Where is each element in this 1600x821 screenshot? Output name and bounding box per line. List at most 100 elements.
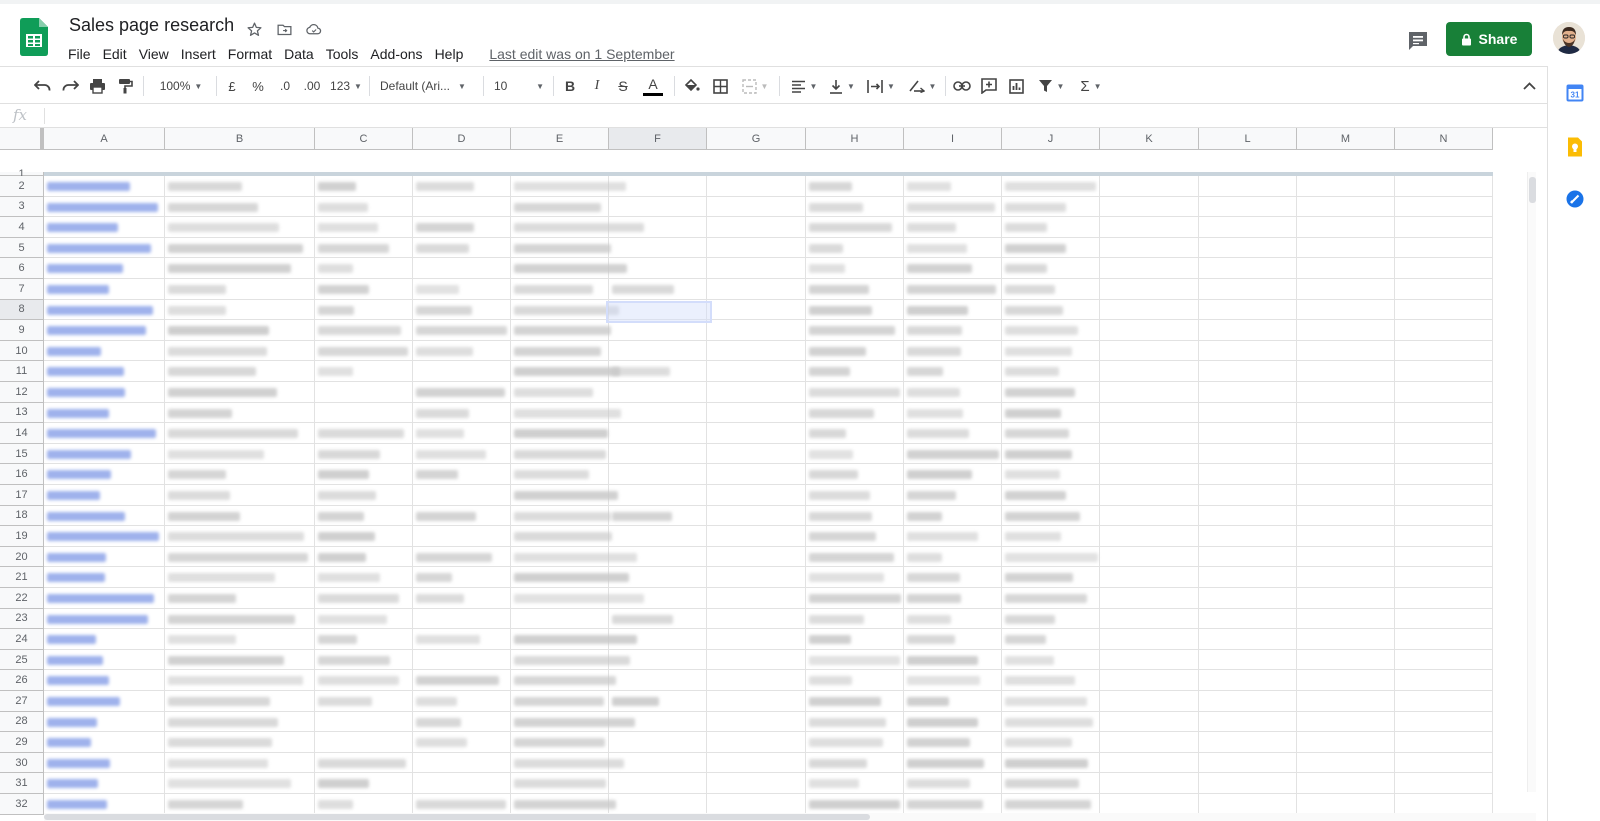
cell[interactable]	[609, 443, 707, 465]
row-header-6[interactable]: 6	[0, 258, 44, 279]
horizontal-scrollbar[interactable]	[44, 813, 1536, 821]
cell[interactable]	[1199, 567, 1297, 588]
filter-icon[interactable]: ▼	[1034, 75, 1068, 97]
text-color-button[interactable]: A	[642, 75, 664, 97]
cell[interactable]	[707, 649, 806, 671]
cell[interactable]	[315, 382, 413, 403]
decrease-decimals-button[interactable]: .0	[275, 75, 295, 97]
cell[interactable]	[1395, 237, 1493, 259]
cell[interactable]	[609, 732, 707, 753]
cell[interactable]	[413, 258, 511, 279]
column-header-m[interactable]: M	[1297, 128, 1395, 150]
cell[interactable]	[1395, 526, 1493, 547]
cell[interactable]	[1297, 258, 1395, 279]
cell[interactable]	[1100, 608, 1199, 630]
cell[interactable]	[707, 732, 806, 753]
zoom-select[interactable]: 100% ▼	[152, 75, 210, 97]
cell[interactable]	[1395, 588, 1493, 609]
cell[interactable]	[1100, 732, 1199, 753]
column-header-d[interactable]: D	[413, 128, 511, 150]
cell[interactable]	[1100, 464, 1199, 485]
cell[interactable]	[1100, 217, 1199, 238]
align-horizontal-icon[interactable]: ▼	[788, 75, 820, 97]
cell[interactable]	[1297, 588, 1395, 609]
cell[interactable]	[1199, 176, 1297, 197]
cell[interactable]	[1199, 217, 1297, 238]
cell[interactable]	[1100, 691, 1199, 712]
cell[interactable]	[707, 629, 806, 650]
cell[interactable]	[1395, 752, 1493, 774]
cell[interactable]	[1100, 402, 1199, 424]
cell[interactable]	[707, 485, 806, 506]
cell[interactable]	[1100, 423, 1199, 444]
cell[interactable]	[1297, 629, 1395, 650]
row-header-26[interactable]: 26	[0, 670, 44, 691]
cell[interactable]	[707, 670, 806, 691]
redo-icon[interactable]	[60, 75, 80, 97]
cell[interactable]	[1395, 629, 1493, 650]
cell[interactable]	[1100, 237, 1199, 259]
formula-input[interactable]	[48, 104, 1538, 128]
cell[interactable]	[609, 340, 707, 362]
row-header-19[interactable]: 19	[0, 526, 44, 547]
cell[interactable]	[707, 443, 806, 465]
cell[interactable]	[707, 279, 806, 300]
column-header-e[interactable]: E	[511, 128, 609, 150]
row-header-22[interactable]: 22	[0, 588, 44, 609]
cell[interactable]	[1199, 526, 1297, 547]
cell[interactable]	[609, 196, 707, 218]
column-header-h[interactable]: H	[806, 128, 904, 150]
column-header-g[interactable]: G	[707, 128, 806, 150]
cell[interactable]	[1297, 423, 1395, 444]
cell[interactable]	[413, 649, 511, 671]
cell[interactable]	[1297, 382, 1395, 403]
cell[interactable]	[413, 608, 511, 630]
cell[interactable]	[315, 732, 413, 753]
row-header-25[interactable]: 25	[0, 649, 44, 671]
cell[interactable]	[1100, 526, 1199, 547]
cell[interactable]	[707, 546, 806, 568]
cell[interactable]	[707, 608, 806, 630]
active-cell-selection[interactable]	[606, 300, 712, 324]
cell[interactable]	[315, 402, 413, 424]
share-button[interactable]: Share	[1446, 22, 1532, 56]
cell[interactable]	[413, 485, 511, 506]
cell[interactable]	[1395, 423, 1493, 444]
row-header-3[interactable]: 3	[0, 196, 44, 218]
strikethrough-icon[interactable]: S	[615, 75, 631, 97]
cell[interactable]	[1395, 732, 1493, 753]
tasks-icon[interactable]	[1566, 190, 1586, 210]
cell[interactable]	[707, 773, 806, 794]
cell[interactable]	[609, 320, 707, 341]
cell[interactable]	[1297, 176, 1395, 197]
cell[interactable]	[1395, 608, 1493, 630]
cell[interactable]	[1395, 299, 1493, 321]
cell[interactable]	[413, 196, 511, 218]
cell[interactable]	[707, 196, 806, 218]
cell[interactable]	[1395, 485, 1493, 506]
comments-icon[interactable]	[1406, 29, 1430, 53]
cell[interactable]	[1199, 649, 1297, 671]
column-header-k[interactable]: K	[1100, 128, 1199, 150]
cell[interactable]	[1395, 443, 1493, 465]
cell[interactable]	[1199, 299, 1297, 321]
cell[interactable]	[1100, 629, 1199, 650]
cell[interactable]	[707, 464, 806, 485]
cell[interactable]	[609, 237, 707, 259]
menu-file[interactable]: File	[62, 44, 97, 64]
cell[interactable]	[413, 773, 511, 794]
keep-icon[interactable]	[1566, 137, 1586, 157]
cell[interactable]	[1395, 320, 1493, 341]
cell[interactable]	[1199, 237, 1297, 259]
frozen-row-divider[interactable]	[44, 172, 1493, 176]
chart-icon[interactable]	[1006, 75, 1026, 97]
cell[interactable]	[1100, 382, 1199, 403]
spreadsheet-grid[interactable]: ABCDEFGHIJKLMN1URLCompany NameFirst Name…	[0, 128, 1536, 821]
row-header-20[interactable]: 20	[0, 546, 44, 568]
cell[interactable]	[707, 176, 806, 197]
cell[interactable]	[1297, 711, 1395, 733]
cell[interactable]	[1100, 299, 1199, 321]
increase-decimals-button[interactable]: .00	[300, 75, 324, 97]
menu-data[interactable]: Data	[278, 44, 320, 64]
cell[interactable]	[1395, 649, 1493, 671]
